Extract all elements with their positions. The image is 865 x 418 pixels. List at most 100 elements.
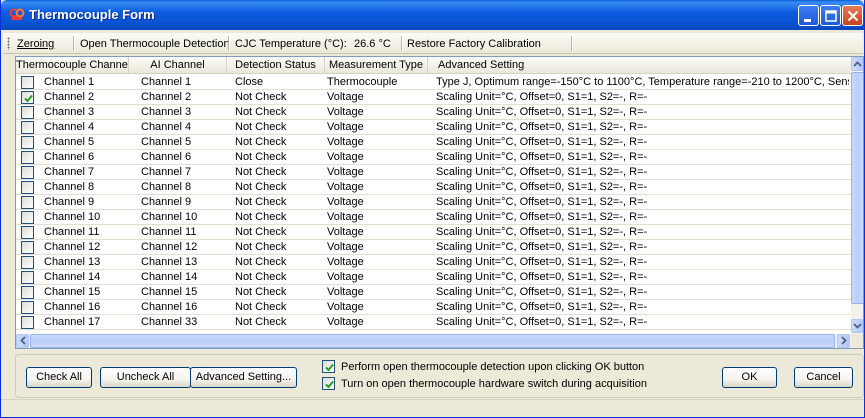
restore-factory-calibration-button[interactable]: Restore Factory Calibration	[407, 37, 541, 51]
ai-channel-cell: Channel 5	[141, 136, 192, 148]
ai-channel-cell: Channel 10	[141, 211, 198, 223]
detection-status-cell: Not Check	[235, 181, 287, 193]
option-hardware-switch-checkbox[interactable]	[322, 377, 335, 390]
row-checkbox[interactable]	[21, 196, 34, 209]
advanced-setting-cell: Scaling Unit=°C, Offset=0, S1=1, S2=-, R…	[436, 151, 648, 163]
column-header-advanced-setting[interactable]: Advanced Setting	[428, 57, 851, 74]
horizontal-scroll-thumb[interactable]	[30, 334, 835, 348]
scroll-down-button[interactable]	[851, 319, 863, 333]
table-row[interactable]: Channel 8 Channel 8 Not Check Voltage Scalin…	[16, 180, 851, 195]
vertical-scrollbar[interactable]	[851, 57, 863, 334]
table-row[interactable]: Channel 4 Channel 4 Not Check Voltage Scalin…	[16, 120, 851, 135]
ai-channel-cell: Channel 12	[141, 241, 198, 253]
table-row[interactable]: Channel 9 Channel 9 Not Check Voltage Scalin…	[16, 195, 851, 210]
row-checkbox[interactable]	[21, 301, 34, 314]
row-checkbox[interactable]	[21, 226, 34, 239]
measurement-type-cell: Voltage	[327, 106, 364, 118]
table-row[interactable]: Channel 13 Channel 13 Not Check Voltage Scal…	[16, 255, 851, 270]
row-checkbox[interactable]	[21, 151, 34, 164]
row-checkbox[interactable]	[21, 76, 34, 89]
cancel-button[interactable]: Cancel	[794, 367, 853, 388]
detection-status-cell: Not Check	[235, 241, 287, 253]
ai-channel-cell: Channel 11	[141, 226, 197, 238]
row-checkbox[interactable]	[21, 136, 34, 149]
row-checkbox[interactable]	[21, 166, 34, 179]
table-row[interactable]: Channel 1 Channel 1 Close Thermocouple Type …	[16, 75, 851, 90]
thermocouple-channel-cell: Channel 4	[44, 121, 95, 133]
advanced-setting-cell: Scaling Unit=°C, Offset=0, S1=1, S2=-, R…	[436, 136, 648, 148]
chevron-down-icon	[853, 323, 862, 329]
check-all-button[interactable]: Check All	[26, 367, 92, 388]
detection-status-cell: Not Check	[235, 121, 287, 133]
advanced-setting-cell: Scaling Unit=°C, Offset=0, S1=1, S2=-, R…	[436, 196, 648, 208]
advanced-setting-cell: Type J, Optimum range=-150°C to 1100°C, …	[436, 76, 849, 88]
column-header-thermocouple-channel[interactable]: Thermocouple Channel	[16, 57, 129, 74]
horizontal-scrollbar[interactable]	[16, 334, 851, 348]
status-bar	[1, 399, 864, 417]
column-header-ai-channel[interactable]: AI Channel	[129, 57, 227, 74]
detection-status-cell: Not Check	[235, 271, 287, 283]
row-checkbox[interactable]	[21, 286, 34, 299]
row-checkbox[interactable]	[21, 241, 34, 254]
table-row[interactable]: Channel 2 Channel 2 Not Check Voltage Scalin…	[16, 90, 851, 105]
thermocouple-channel-cell: Channel 5	[44, 136, 95, 148]
ok-button[interactable]: OK	[722, 367, 777, 388]
row-checkbox[interactable]	[21, 211, 34, 224]
toolbar-grip-icon[interactable]	[7, 37, 10, 50]
detection-status-cell: Not Check	[235, 211, 287, 223]
row-checkbox[interactable]	[21, 256, 34, 269]
row-checkbox[interactable]	[21, 181, 34, 194]
advanced-setting-cell: Scaling Unit=°C, Offset=0, S1=1, S2=-, R…	[436, 166, 648, 178]
row-checkbox[interactable]	[21, 121, 34, 134]
advanced-setting-button[interactable]: Advanced Setting...	[190, 367, 297, 388]
close-button[interactable]	[842, 5, 863, 26]
row-checkbox[interactable]	[21, 106, 34, 119]
scroll-up-button[interactable]	[851, 57, 863, 71]
measurement-type-cell: Voltage	[327, 241, 364, 253]
ai-channel-cell: Channel 4	[141, 121, 192, 133]
minimize-icon	[804, 19, 811, 22]
minimize-button[interactable]	[798, 5, 819, 26]
measurement-type-cell: Voltage	[327, 256, 364, 268]
thermocouple-channel-cell: Channel 13	[44, 256, 101, 268]
advanced-setting-cell: Scaling Unit=°C, Offset=0, S1=1, S2=-, R…	[436, 256, 648, 268]
zeroing-button[interactable]: Zeroing	[17, 37, 54, 51]
ai-channel-cell: Channel 3	[141, 106, 192, 118]
table-row[interactable]: Channel 3 Channel 3 Not Check Voltage Scalin…	[16, 105, 851, 120]
table-row[interactable]: Channel 5 Channel 5 Not Check Voltage Scalin…	[16, 135, 851, 150]
column-header-measurement-type[interactable]: Measurement Type	[325, 57, 428, 74]
detection-status-cell: Not Check	[235, 286, 287, 298]
measurement-type-cell: Voltage	[327, 211, 364, 223]
row-checkbox[interactable]	[21, 271, 34, 284]
thermocouple-channel-cell: Channel 14	[44, 271, 101, 283]
detection-status-cell: Not Check	[235, 301, 287, 313]
measurement-type-cell: Voltage	[327, 286, 364, 298]
table-row[interactable]: Channel 12 Channel 12 Not Check Voltage Scal…	[16, 240, 851, 255]
advanced-setting-cell: Scaling Unit=°C, Offset=0, S1=1, S2=-, R…	[436, 226, 648, 238]
table-row[interactable]: Channel 6 Channel 6 Not Check Voltage Scalin…	[16, 150, 851, 165]
option-open-detection-checkbox[interactable]	[322, 360, 335, 373]
table-row[interactable]: Channel 16 Channel 16 Not Check Voltage Scal…	[16, 300, 851, 315]
table-row[interactable]: Channel 15 Channel 15 Not Check Voltage Scal…	[16, 285, 851, 300]
column-header-detection-status[interactable]: Detection Status	[227, 57, 325, 74]
advanced-setting-cell: Scaling Unit=°C, Offset=0, S1=1, S2=-, R…	[436, 181, 648, 193]
maximize-button[interactable]	[820, 5, 841, 26]
measurement-type-cell: Voltage	[327, 136, 364, 148]
channel-grid[interactable]: Thermocouple Channel AI Channel Detectio…	[15, 56, 864, 349]
table-row[interactable]: Channel 11 Channel 11 Not Check Voltage Scal…	[16, 225, 851, 240]
measurement-type-cell: Voltage	[327, 121, 364, 133]
table-row[interactable]: Channel 7 Channel 7 Not Check Voltage Scalin…	[16, 165, 851, 180]
table-row[interactable]: Channel 14 Channel 14 Not Check Voltage Scal…	[16, 270, 851, 285]
scroll-right-button[interactable]	[837, 334, 850, 348]
row-checkbox[interactable]	[21, 91, 34, 104]
uncheck-all-button[interactable]: Uncheck All	[100, 367, 191, 388]
row-checkbox[interactable]	[21, 316, 34, 329]
option-open-detection-label: Perform open thermocouple detection upon…	[341, 361, 645, 373]
scroll-left-button[interactable]	[16, 334, 29, 348]
table-row[interactable]: Channel 17 Channel 33 Not Check Voltage Scal…	[16, 315, 851, 330]
open-thermocouple-detection-button[interactable]: Open Thermocouple Detection	[80, 37, 230, 51]
ai-channel-cell: Channel 16	[141, 301, 198, 313]
vertical-scroll-thumb[interactable]	[851, 72, 863, 304]
title-bar[interactable]: Thermocouple Form	[1, 0, 864, 30]
table-row[interactable]: Channel 10 Channel 10 Not Check Voltage Scal…	[16, 210, 851, 225]
